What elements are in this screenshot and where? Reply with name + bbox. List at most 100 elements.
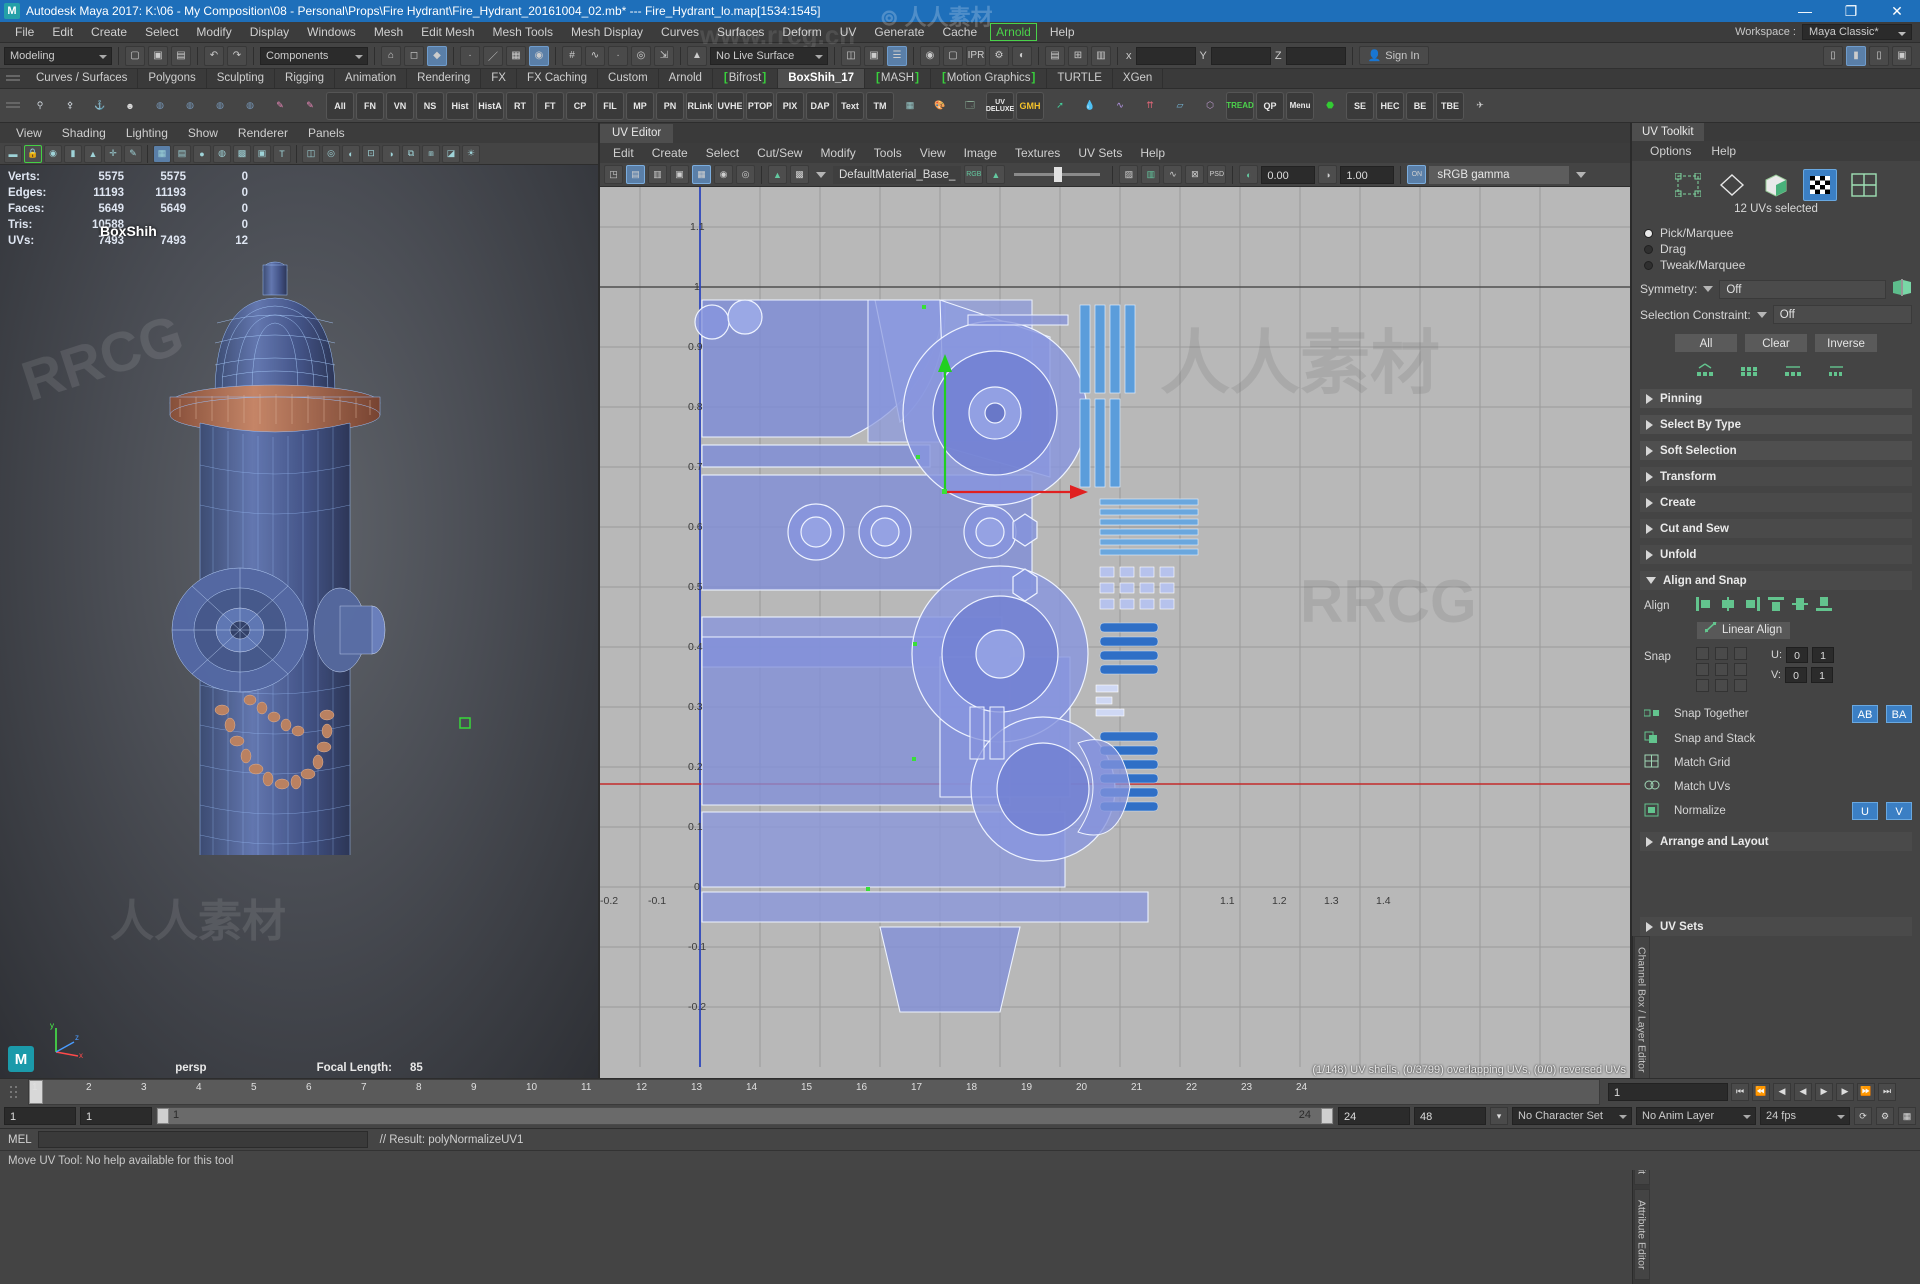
workspace-selector[interactable]: Workspace : Maya Classic* <box>1735 24 1920 40</box>
ipr-render-icon[interactable]: IPR <box>966 45 986 66</box>
select-camera-icon[interactable]: ▬ <box>4 144 22 163</box>
selection-mask-dropdown[interactable]: Components <box>260 46 368 65</box>
shelf-button-hista[interactable]: HistA <box>476 91 504 120</box>
shelf-button-ft[interactable]: FT <box>536 91 564 120</box>
snap-mc-button[interactable] <box>1715 663 1728 676</box>
snap-curve-icon[interactable]: ∿ <box>585 45 605 66</box>
use-all-lights-icon[interactable]: T <box>273 144 291 163</box>
grow-selection-icon[interactable] <box>1741 363 1767 382</box>
uv-menu-modify[interactable]: Modify <box>811 146 864 160</box>
shelf-button-dap[interactable]: DAP <box>806 91 834 120</box>
menu-generate[interactable]: Generate <box>865 22 933 43</box>
shelf-icon-arrow-green[interactable]: ➚ <box>1046 92 1074 120</box>
twoD-pan-zoom-icon[interactable]: ✛ <box>104 144 122 163</box>
shelf-icon-sphere2[interactable]: ◍ <box>176 92 204 120</box>
workspace-value[interactable]: Maya Classic* <box>1802 24 1912 40</box>
menu-uv[interactable]: UV <box>831 22 866 43</box>
symmetry-dropdown-icon[interactable] <box>1703 286 1714 292</box>
snap-br-button[interactable] <box>1734 679 1747 692</box>
xray-icon[interactable]: ⧉ <box>402 144 420 163</box>
sign-in-button[interactable]: 👤 Sign In <box>1358 46 1429 65</box>
shelf-icon-hydrant[interactable]: ⚲ <box>26 92 54 120</box>
align-center-u-icon[interactable] <box>1720 597 1736 614</box>
tab-uv-editor[interactable]: UV Editor <box>600 124 674 143</box>
step-forward-key-icon[interactable]: ⏩ <box>1857 1082 1875 1101</box>
shelf-icon-cloth[interactable]: ⇈ <box>1136 92 1164 120</box>
shelf-button-be[interactable]: BE <box>1406 91 1434 120</box>
shelf-icons-grip-icon[interactable] <box>6 102 20 109</box>
uv-toolkit-menu-help[interactable]: Help <box>1701 144 1746 158</box>
snap-tc-button[interactable] <box>1715 647 1728 660</box>
coord-z-field[interactable] <box>1285 46 1346 65</box>
shelf-button-all[interactable]: All <box>326 91 354 120</box>
shelf-button-pix[interactable]: PIX <box>776 91 804 120</box>
match-uvs-label[interactable]: Match UVs <box>1674 781 1730 793</box>
snap-u-field-b[interactable]: 1 <box>1812 647 1834 663</box>
save-scene-button[interactable]: ▤ <box>171 45 191 66</box>
shelf-tab-mash[interactable]: [MASH] <box>865 69 931 88</box>
coord-x-field[interactable] <box>1135 46 1196 65</box>
snap-bl-button[interactable] <box>1696 679 1709 692</box>
shelf-button-rlink[interactable]: RLink <box>686 91 714 120</box>
show-editors-icon[interactable]: ☰ <box>887 45 907 66</box>
shelf-button-hist[interactable]: Hist <box>446 91 474 120</box>
select-shell-icon[interactable] <box>1829 363 1855 382</box>
selection-constraint-value[interactable]: Off <box>1772 305 1912 324</box>
viewport-exposure-icon[interactable]: ☀ <box>462 144 480 163</box>
toggle-channelbox-icon[interactable]: ▤ <box>1045 45 1065 66</box>
bookmark-icon[interactable]: ▮ <box>64 144 82 163</box>
shelf-icon-pencil1[interactable]: ✎ <box>266 92 294 120</box>
shelf-icon-pin[interactable]: ⚓ <box>86 92 114 120</box>
show-hide-render-view-icon[interactable]: ◫ <box>841 45 861 66</box>
playback-start-field[interactable]: 24 <box>1338 1107 1410 1125</box>
select-all-button[interactable]: All <box>1674 333 1738 353</box>
shelf-tab-rendering[interactable]: Rendering <box>407 69 482 88</box>
menu-surfaces[interactable]: Surfaces <box>708 22 773 43</box>
motion-blur-icon[interactable]: ◐ <box>342 144 360 163</box>
shelf-button-menu[interactable]: Menu <box>1286 91 1314 120</box>
menu-file[interactable]: File <box>6 22 43 43</box>
dock-tab-channel-box[interactable]: Channel Box / Layer Editor <box>1633 936 1650 1084</box>
anim-start-field[interactable]: 1 <box>80 1107 152 1125</box>
uv-menu-tools[interactable]: Tools <box>865 146 911 160</box>
go-to-start-icon[interactable]: ⏮ <box>1731 1082 1749 1101</box>
anim-layer-dropdown[interactable]: No Anim Layer <box>1636 1107 1756 1125</box>
uv-menu-create[interactable]: Create <box>643 146 697 160</box>
uv-menu-edit[interactable]: Edit <box>604 146 643 160</box>
viewport-menu-panels[interactable]: Panels <box>298 126 355 140</box>
menu-display[interactable]: Display <box>241 22 298 43</box>
range-start-field[interactable]: 1 <box>4 1107 76 1125</box>
shelf-button-mp[interactable]: MP <box>626 91 654 120</box>
shelf-tab-fx[interactable]: FX <box>481 69 517 88</box>
viewport-menu-show[interactable]: Show <box>178 126 228 140</box>
uv-menu-image[interactable]: Image <box>955 146 1006 160</box>
menu-help[interactable]: Help <box>1041 22 1084 43</box>
uv-toggle-filter-icon[interactable]: ▨ <box>1119 165 1139 184</box>
uv-toggle-isolate-icon[interactable]: ◳ <box>604 165 623 184</box>
uv-texture-dropdown-icon[interactable] <box>816 171 826 178</box>
new-scene-button[interactable]: ▢ <box>125 45 145 66</box>
shelf-tab-xgen[interactable]: XGen <box>1113 69 1164 88</box>
snap-projected-icon[interactable]: ⇲ <box>654 45 674 66</box>
uv-grid-toggle-icon[interactable]: ▦ <box>692 165 711 184</box>
snap-mr-button[interactable] <box>1734 663 1747 676</box>
snap-bc-button[interactable] <box>1715 679 1728 692</box>
uv-menu-select[interactable]: Select <box>697 146 748 160</box>
step-back-frame-icon[interactable]: ◀ <box>1773 1082 1791 1101</box>
snap-ml-button[interactable] <box>1696 663 1709 676</box>
fps-dropdown[interactable]: 24 fps <box>1760 1107 1850 1125</box>
uv-material-name[interactable]: DefaultMaterial_Base_ <box>833 165 962 184</box>
shelf-button-text[interactable]: Text <box>836 91 864 120</box>
shelf-button-tm[interactable]: TM <box>866 91 894 120</box>
range-start-knob[interactable] <box>157 1108 169 1124</box>
shelf-icon-green-cube[interactable]: ⬣ <box>1316 92 1344 120</box>
section-arrange-and-layout[interactable]: Arrange and Layout <box>1640 832 1912 851</box>
step-back-key-icon[interactable]: ⏪ <box>1752 1082 1770 1101</box>
undo-button[interactable]: ↶ <box>204 45 224 66</box>
section-select-by-type[interactable]: Select By Type <box>1640 415 1912 434</box>
range-end-knob[interactable] <box>1321 1108 1333 1124</box>
section-create[interactable]: Create <box>1640 493 1912 512</box>
toggle-ui-left-icon[interactable]: ▯ <box>1823 45 1843 66</box>
snap-v-field-b[interactable]: 1 <box>1811 667 1833 683</box>
shelf-button-fn[interactable]: FN <box>356 91 384 120</box>
